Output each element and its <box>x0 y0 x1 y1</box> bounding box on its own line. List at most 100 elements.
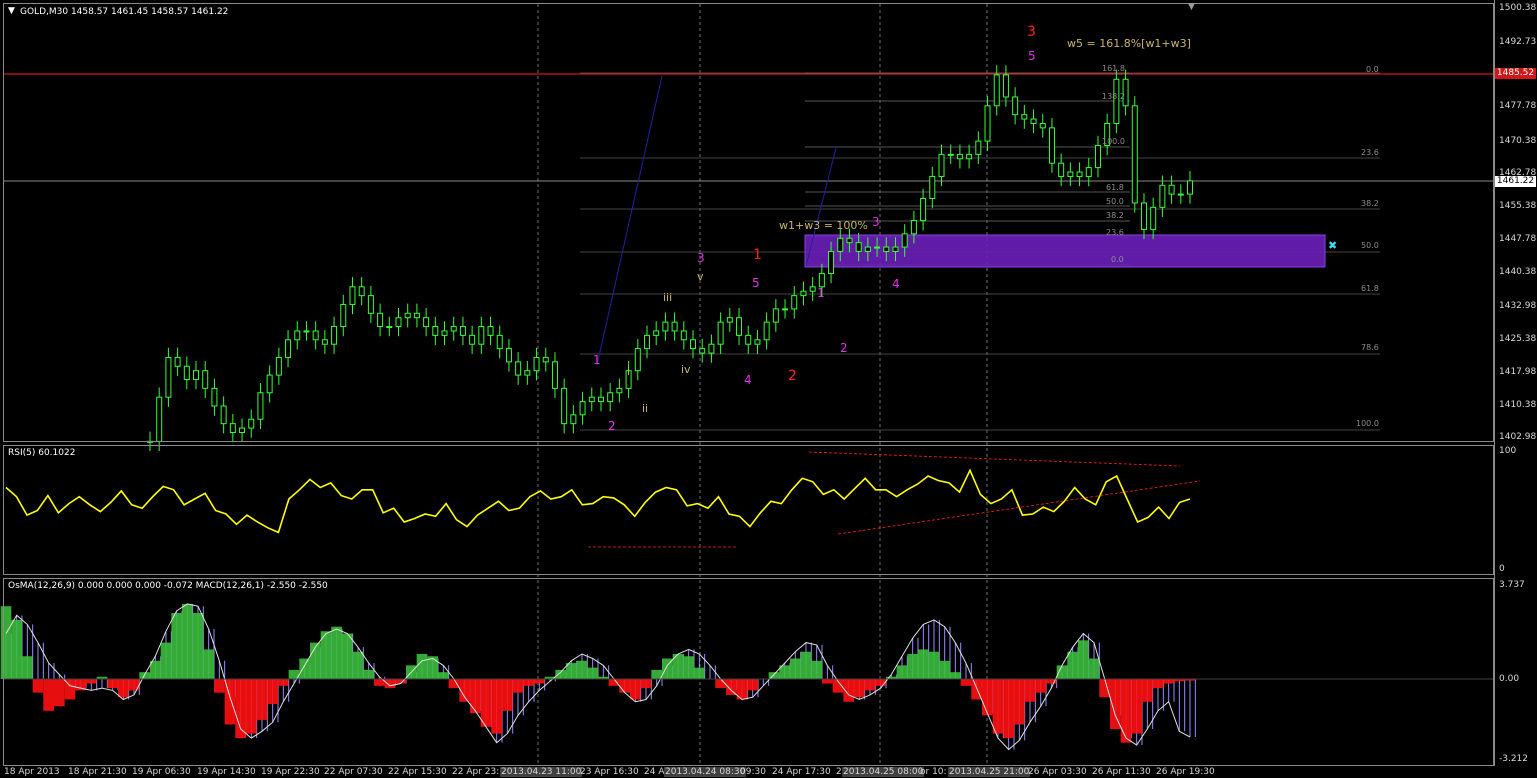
candle-body <box>929 175 936 200</box>
candle-body <box>653 330 660 336</box>
candle-body <box>1058 162 1065 177</box>
osma-bar <box>1163 679 1174 684</box>
candle-body <box>1012 96 1019 116</box>
candle-body <box>395 317 402 328</box>
candle-body <box>1002 74 1009 98</box>
candle-body <box>303 330 310 333</box>
candle-body <box>883 246 890 252</box>
osma-bar <box>811 660 822 679</box>
candle-body <box>828 250 835 275</box>
candle-body <box>156 396 163 442</box>
price-tick: 1477.78 <box>1499 101 1537 111</box>
candle-body <box>174 356 181 367</box>
candle-body <box>183 365 190 381</box>
osma-bar <box>86 679 97 684</box>
cross-marker-icon[interactable]: ✖ <box>1328 239 1337 252</box>
osma-scale-top: 3.737 <box>1499 580 1525 590</box>
osma-bar <box>608 679 620 686</box>
price-tick: 1432.98 <box>1499 301 1537 311</box>
osma-bar <box>352 651 364 679</box>
osma-bar <box>32 679 44 693</box>
rsi-trend-line <box>837 480 1201 535</box>
candle-body <box>257 392 264 420</box>
fib-right-label: 100.0 <box>1356 419 1379 428</box>
candle-body <box>791 295 798 310</box>
time-axis-label: 19 Apr 22:30 <box>261 767 320 777</box>
rsi-scale-bottom: 0 <box>1499 564 1505 574</box>
wave-label-2: 2 <box>608 419 616 433</box>
candle-body <box>920 198 927 222</box>
osma-bar <box>1067 651 1078 679</box>
candle-body <box>515 361 522 376</box>
price-tick: 1402.98 <box>1499 432 1537 442</box>
scroll-marker-icon[interactable]: ▼ <box>1188 2 1195 12</box>
collapse-icon[interactable]: ▼ <box>8 6 15 16</box>
candle-body <box>671 321 678 332</box>
candle-body <box>754 339 761 345</box>
candle-body <box>588 396 595 403</box>
candle-body <box>947 153 954 156</box>
candle-body <box>487 326 494 336</box>
osma-bar <box>384 679 396 689</box>
osma-title: OsMA(12,26,9) 0.000 0.000 0.000 -0.072 M… <box>8 581 328 591</box>
candle-body <box>662 321 669 332</box>
candle-body <box>818 273 825 288</box>
candle-body <box>1131 105 1138 204</box>
osma-bar <box>43 679 54 711</box>
fib-left-label: 161.8 <box>1102 64 1125 73</box>
wave-label-major-2: 2 <box>788 368 797 384</box>
osma-bar <box>523 679 534 686</box>
osma-bar <box>555 669 566 679</box>
candle-body <box>248 418 255 429</box>
osma-bar <box>640 679 652 689</box>
osma-bar <box>438 672 449 679</box>
rsi-line <box>5 468 1191 534</box>
osma-bar <box>587 667 598 679</box>
candle-body <box>855 242 862 252</box>
time-axis-label: 24 A <box>644 767 665 777</box>
osma-bar <box>342 633 353 679</box>
fib-right-label: 61.8 <box>1361 284 1379 293</box>
osma-scale-bottom: -3.212 <box>1499 754 1529 764</box>
candle-body <box>496 334 503 350</box>
wave-label-ii: ii <box>642 402 649 415</box>
candle-body <box>699 348 706 354</box>
wave-label-major-1: 1 <box>753 247 762 263</box>
candle-body <box>1039 122 1046 129</box>
wave-label-1: 1 <box>593 353 601 367</box>
osma-bar <box>331 626 342 679</box>
candle-body <box>993 74 1000 107</box>
candle-body <box>239 427 246 433</box>
osma-bar <box>171 613 182 679</box>
candle-body <box>616 387 623 394</box>
osma-bar <box>630 679 641 700</box>
osma-bar <box>1099 679 1110 698</box>
osma-bar <box>694 667 705 679</box>
time-axis-label: 26 Apr 11:30 <box>1092 767 1151 777</box>
fib-right-label: 38.2 <box>1361 199 1379 208</box>
candle-body <box>505 348 512 363</box>
time-axis-label: 18 Apr 2013 <box>4 767 60 777</box>
osma-scale-zero: 0.00 <box>1499 674 1520 684</box>
osma-bar <box>1152 679 1164 689</box>
candle-body <box>1159 184 1166 208</box>
osma-bar <box>950 672 961 679</box>
candle-body <box>1048 127 1055 164</box>
candle-body <box>570 414 577 425</box>
time-axis-label: 2013.04.24 08:30 <box>664 767 747 777</box>
wave-label-3b: 3 <box>872 215 880 229</box>
osma-bar <box>1014 679 1025 725</box>
fib-left-label: 50.0 <box>1106 197 1124 206</box>
fib-left-label: 38.2 <box>1106 211 1124 220</box>
candle-body <box>294 330 301 341</box>
osma-bar <box>491 679 502 734</box>
osma-bar <box>1131 679 1142 734</box>
candle-body <box>1150 206 1157 230</box>
candle-body <box>524 370 531 376</box>
rsi-trend-line <box>808 451 1181 467</box>
candle-body <box>1113 78 1120 124</box>
osma-bar <box>11 619 22 679</box>
fib-right-label: 23.6 <box>1361 148 1379 157</box>
osma-bar <box>864 679 876 691</box>
candle-body <box>193 370 200 381</box>
